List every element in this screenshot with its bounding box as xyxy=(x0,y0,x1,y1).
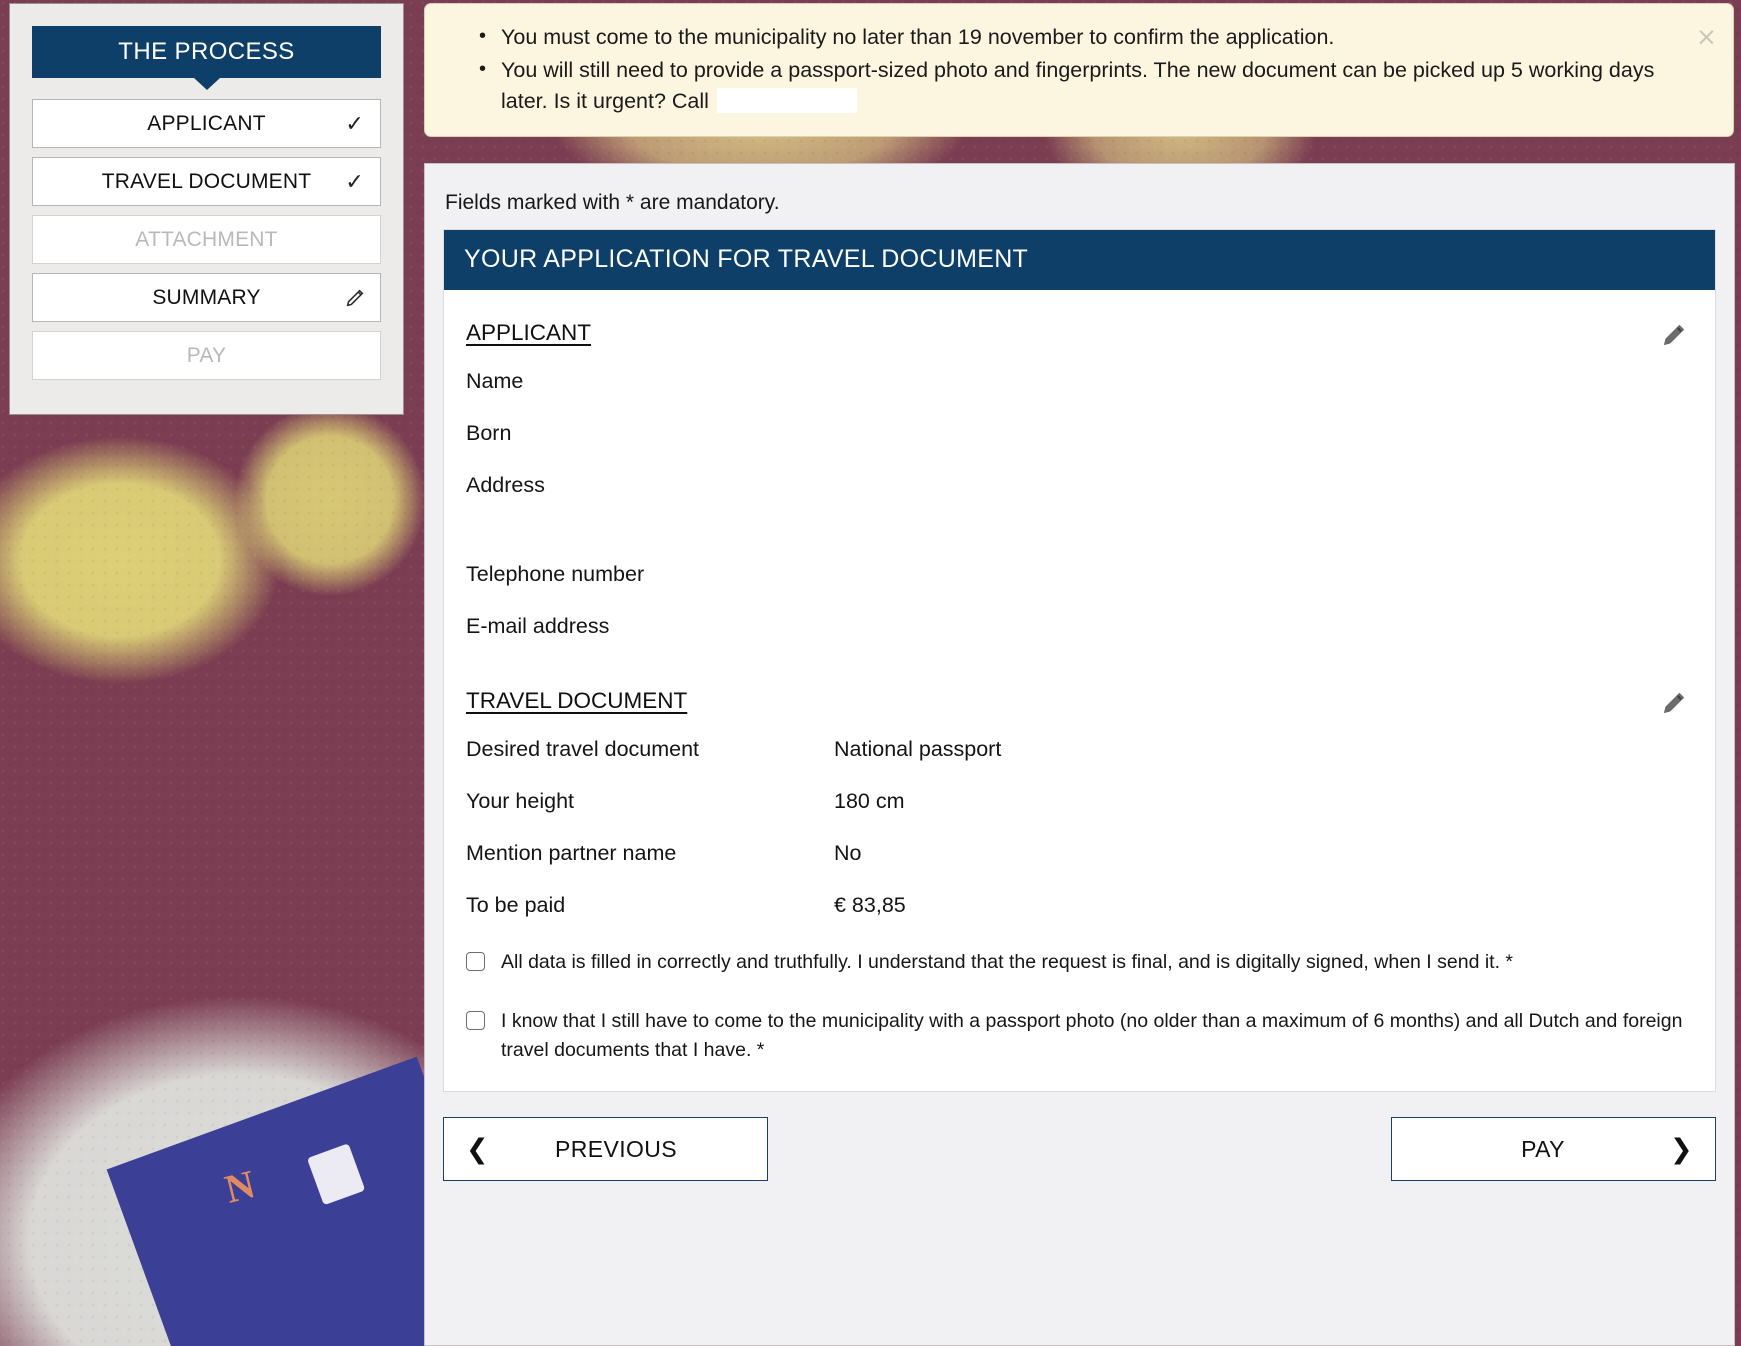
check-icon: ✓ xyxy=(345,110,364,136)
previous-button[interactable]: ❮ PREVIOUS xyxy=(443,1117,768,1181)
notification-banner: × You must come to the municipality no l… xyxy=(424,3,1734,137)
chevron-right-icon: ❯ xyxy=(1669,1133,1693,1165)
previous-button-label: PREVIOUS xyxy=(554,1135,678,1162)
close-icon[interactable]: × xyxy=(1696,24,1717,49)
mandatory-note: Fields marked with * are mandatory. xyxy=(445,191,780,214)
sidebar-step-travel-document[interactable]: TRAVEL DOCUMENT ✓ xyxy=(32,157,381,206)
sidebar-step-label: PAY xyxy=(186,343,227,367)
check-icon: ✓ xyxy=(345,168,364,194)
sidebar-step-applicant[interactable]: APPLICANT ✓ xyxy=(32,99,381,148)
applicant-row-born: Born xyxy=(466,421,1693,446)
travel-row-desired-document: Desired travel document National passpor… xyxy=(466,737,1693,762)
main-content: Fields marked with * are mandatory. YOUR… xyxy=(424,163,1735,1346)
travel-row-height: Your height 180 cm xyxy=(466,789,1693,814)
app-background: N THE PROCESS APPLICANT ✓ TRAVEL DOCUMEN… xyxy=(0,0,1741,1346)
row-label: Born xyxy=(466,421,512,445)
travel-document-section: TRAVEL DOCUMENT Desired travel document … xyxy=(466,688,1693,918)
row-label: To be paid xyxy=(466,893,566,917)
checkbox-data-correct[interactable] xyxy=(466,952,485,971)
banner-item: You will still need to provide a passpor… xyxy=(475,54,1673,117)
process-sidebar: THE PROCESS APPLICANT ✓ TRAVEL DOCUMENT … xyxy=(9,3,404,415)
travel-document-section-title: TRAVEL DOCUMENT xyxy=(466,688,688,713)
sidebar-step-label: TRAVEL DOCUMENT xyxy=(101,169,312,193)
row-label: Mention partner name xyxy=(466,841,677,865)
sidebar-step-label: ATTACHMENT xyxy=(135,227,278,251)
form-title: YOUR APPLICATION FOR TRAVEL DOCUMENT xyxy=(444,230,1715,290)
application-form-card: YOUR APPLICATION FOR TRAVEL DOCUMENT APP… xyxy=(443,229,1716,1092)
row-label: Address xyxy=(466,473,545,497)
consent-row-data-correct: All data is filled in correctly and trut… xyxy=(466,948,1693,977)
edit-applicant-pencil-icon[interactable] xyxy=(1661,322,1687,348)
applicant-section-title: APPLICANT xyxy=(466,320,592,345)
banner-list: You must come to the municipality no lat… xyxy=(475,21,1673,117)
sidebar-step-label: APPLICANT xyxy=(147,111,266,135)
process-header: THE PROCESS xyxy=(32,26,381,90)
form-body: APPLICANT Name Born Address Telephone nu… xyxy=(444,290,1715,1091)
applicant-section: APPLICANT Name Born Address Telephone nu… xyxy=(466,320,1693,639)
banner-item-text: You will still need to provide a passpor… xyxy=(501,58,1655,113)
form-navigation: ❮ PREVIOUS PAY ❯ xyxy=(443,1117,1716,1181)
sidebar-step-summary[interactable]: SUMMARY xyxy=(32,273,381,322)
pay-button-label: PAY xyxy=(1521,1135,1565,1162)
sidebar-step-label: SUMMARY xyxy=(152,285,261,309)
travel-row-partner-name: Mention partner name No xyxy=(466,841,1693,866)
row-label: Telephone number xyxy=(466,562,645,586)
travel-row-to-be-paid: To be paid € 83,85 xyxy=(466,893,1693,918)
banner-item-text: You must come to the municipality no lat… xyxy=(501,25,1335,49)
checkbox-label: All data is filled in correctly and trut… xyxy=(501,951,1514,973)
row-value: National passport xyxy=(834,737,1002,761)
applicant-row-telephone: Telephone number xyxy=(466,562,1693,587)
row-label: Name xyxy=(466,369,524,393)
pay-button[interactable]: PAY ❯ xyxy=(1391,1117,1716,1181)
chevron-left-icon: ❮ xyxy=(466,1133,490,1165)
checkbox-label: I know that I still have to come to the … xyxy=(501,1010,1683,1061)
row-label: Desired travel document xyxy=(466,737,700,761)
card-white-block xyxy=(306,1143,366,1206)
checkbox-municipality-visit[interactable] xyxy=(466,1011,485,1030)
sidebar-step-pay: PAY xyxy=(32,331,381,380)
consent-row-municipality-visit: I know that I still have to come to the … xyxy=(466,1007,1693,1065)
row-value: No xyxy=(834,841,862,865)
applicant-row-email: E-mail address xyxy=(466,614,1693,639)
row-value: € 83,85 xyxy=(834,893,906,917)
card-glyph-icon: N xyxy=(220,1161,260,1212)
edit-travel-document-pencil-icon[interactable] xyxy=(1661,690,1687,716)
pencil-icon xyxy=(344,287,366,309)
sidebar-step-attachment: ATTACHMENT xyxy=(32,215,381,264)
redacted-phone-field xyxy=(716,88,857,113)
row-label: Your height xyxy=(466,789,574,813)
row-value: 180 cm xyxy=(834,789,905,813)
banner-item: You must come to the municipality no lat… xyxy=(475,21,1673,53)
applicant-row-address: Address xyxy=(466,473,1693,498)
applicant-row-name: Name xyxy=(466,369,1693,394)
row-label: E-mail address xyxy=(466,614,610,638)
